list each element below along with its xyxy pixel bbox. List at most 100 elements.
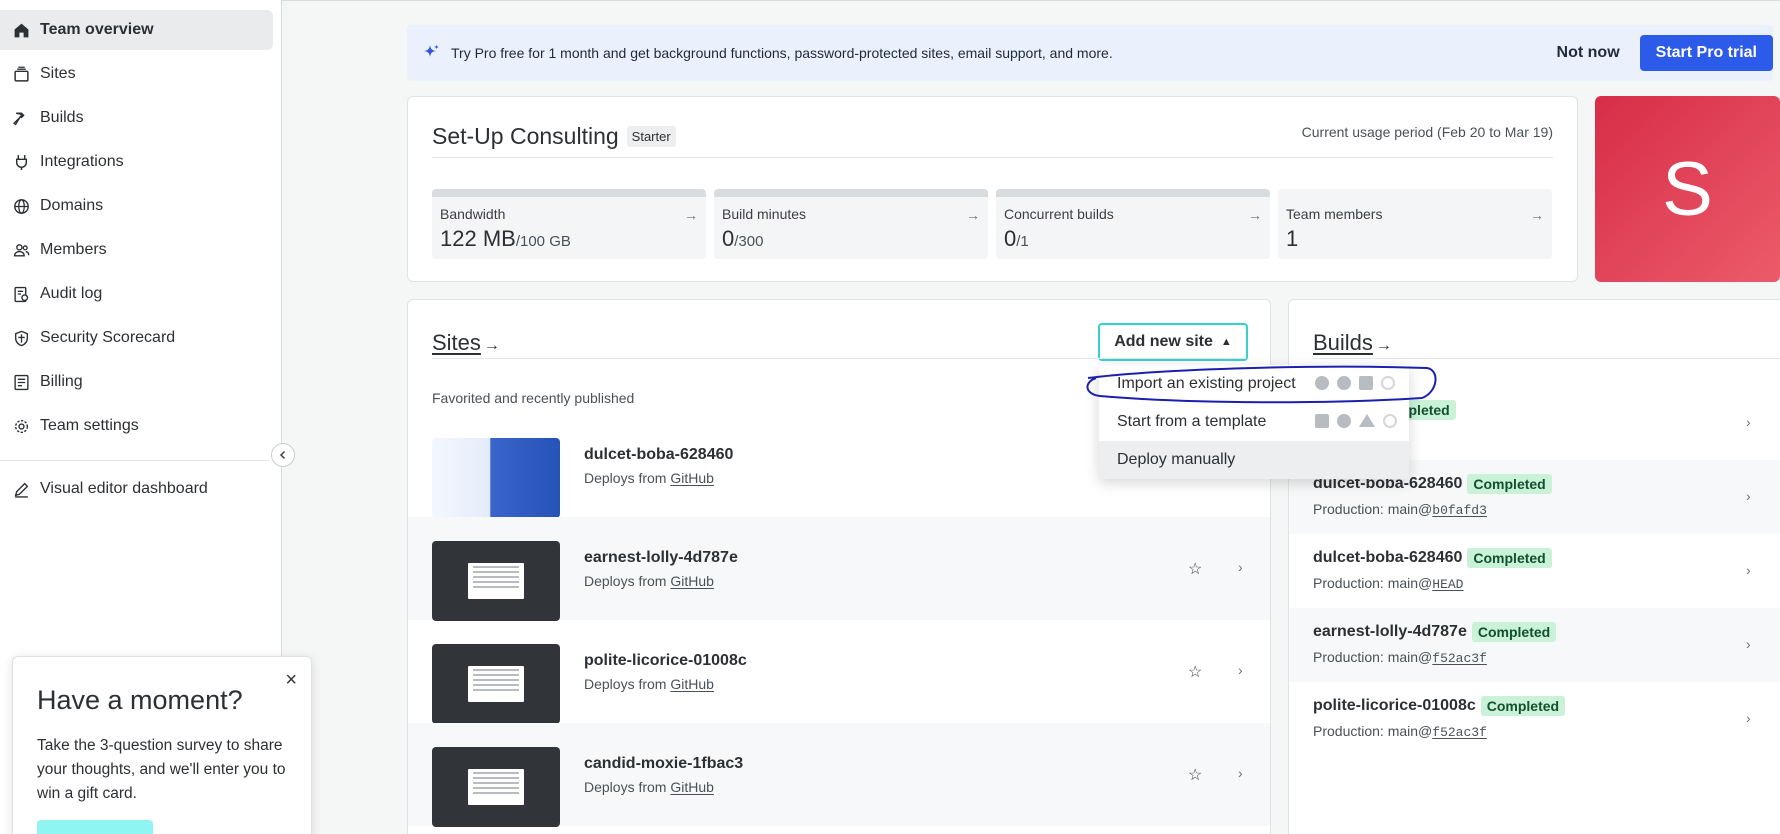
divider <box>1313 358 1780 359</box>
sidebar-item-domains[interactable]: Domains <box>0 186 273 226</box>
collapse-sidebar-button[interactable] <box>271 443 295 467</box>
survey-cta-button[interactable] <box>37 820 153 834</box>
commit-link[interactable]: HEAD <box>1432 577 1463 592</box>
menu-item-label: Import an existing project <box>1117 375 1296 392</box>
provider-link[interactable]: GitHub <box>670 676 714 692</box>
site-name: candid-moxie-1fbac3 <box>584 755 744 772</box>
site-name: polite-licorice-01008c <box>584 652 747 669</box>
arrow-right-icon: → <box>1248 207 1262 223</box>
site-deploy-source: Deploys from GitHub <box>584 573 714 589</box>
stat-value: 122 MB/100 GB <box>440 226 571 251</box>
sidebar-item-team-settings[interactable]: Team settings <box>0 406 273 446</box>
sidebar-item-label: Billing <box>40 373 83 390</box>
site-deploy-source: Deploys from GitHub <box>584 676 714 692</box>
remix-icon <box>1315 414 1329 428</box>
chevron-right-icon: › <box>1746 562 1751 578</box>
commit-link[interactable]: b0fafd3 <box>1432 503 1487 518</box>
sidebar-item-label: Team settings <box>40 417 139 434</box>
build-ref: Production: main@f52ac3f <box>1313 723 1487 740</box>
provider-link[interactable]: GitHub <box>670 470 714 486</box>
start-pro-trial-button[interactable]: Start Pro trial <box>1639 35 1773 71</box>
chevron-right-icon: › <box>1238 662 1243 678</box>
stat-value: 0/1 <box>1004 226 1029 251</box>
home-icon <box>12 21 30 39</box>
arrow-right-icon: → <box>483 337 500 354</box>
sidebar-item-label: Security Scorecard <box>40 329 176 346</box>
billing-icon <box>12 373 30 391</box>
stat-value: 1 <box>1286 226 1299 251</box>
team-name: Set-Up Consulting <box>432 123 619 149</box>
team-avatar[interactable]: S <box>1595 96 1780 282</box>
chevron-right-icon: › <box>1746 636 1751 652</box>
sidebar-item-builds[interactable]: Builds <box>0 98 273 138</box>
sidebar-item-sites[interactable]: Sites <box>0 54 273 94</box>
sidebar-item-members[interactable]: Members <box>0 230 273 270</box>
top-divider <box>282 0 1780 1</box>
arrow-right-icon: → <box>966 207 980 223</box>
build-row[interactable]: polite-licorice-01008c Completed Producti… <box>1289 682 1780 756</box>
commit-link[interactable]: f52ac3f <box>1432 651 1487 666</box>
survey-body: Take the 3-question survey to share your… <box>37 737 286 802</box>
site-row[interactable]: earnest-lolly-4d787e Deploys from GitHub… <box>408 517 1270 621</box>
sidebar-item-label: Visual editor dashboard <box>40 480 208 497</box>
star-icon[interactable]: ☆ <box>1188 765 1202 785</box>
gear-icon <box>12 417 30 435</box>
sidebar-item-security-scorecard[interactable]: Security Scorecard <box>0 318 273 358</box>
survey-card: × Have a moment? Take the 3-question sur… <box>12 656 312 834</box>
close-icon[interactable]: × <box>285 669 297 692</box>
site-row[interactable]: candid-moxie-1fbac3 Deploys from GitHub … <box>408 723 1270 827</box>
stat-label: Build minutes <box>722 206 807 222</box>
builds-title-link[interactable]: Builds → <box>1313 330 1392 356</box>
stat-bandwidth[interactable]: Bandwidth → 122 MB/100 GB <box>432 189 706 259</box>
chevron-right-icon: › <box>1238 559 1243 575</box>
sidebar-item-team-overview[interactable]: Team overview <box>0 10 273 50</box>
sidebar-item-label: Builds <box>40 109 84 126</box>
sites-title-link[interactable]: Sites → <box>432 330 500 356</box>
team-summary-card: Set-Up Consulting Starter Current usage … <box>407 96 1578 282</box>
build-row[interactable]: earnest-lolly-4d787e Completed Production… <box>1289 608 1780 682</box>
status-badge: Completed <box>1471 622 1557 642</box>
sites-icon <box>12 65 30 83</box>
sidebar-item-integrations[interactable]: Integrations <box>0 142 273 182</box>
stat-build-minutes[interactable]: Build minutes → 0/300 <box>714 189 988 259</box>
menu-item-import-existing-project[interactable]: Import an existing project <box>1099 365 1409 403</box>
site-deploy-source: Deploys from GitHub <box>584 779 714 795</box>
sidebar-item-billing[interactable]: Billing <box>0 362 273 402</box>
stat-concurrent-builds[interactable]: Concurrent builds → 0/1 <box>996 189 1270 259</box>
menu-item-deploy-manually[interactable]: Deploy manually <box>1099 441 1409 479</box>
not-now-button[interactable]: Not now <box>1557 44 1620 62</box>
menu-item-start-from-template[interactable]: Start from a template <box>1099 403 1409 441</box>
add-new-site-button[interactable]: Add new site ▲ <box>1098 323 1248 361</box>
star-icon[interactable]: ☆ <box>1188 559 1202 579</box>
add-new-site-label: Add new site <box>1114 333 1213 350</box>
build-ref: Production: main@HEAD <box>1313 575 1464 592</box>
sidebar-item-audit-log[interactable]: Audit log <box>0 274 273 314</box>
sidebar-item-label: Audit log <box>40 285 103 302</box>
build-row[interactable]: dulcet-boba-628460 Completed Production: … <box>1289 534 1780 608</box>
commit-link[interactable]: f52ac3f <box>1432 725 1487 740</box>
audit-log-icon <box>12 285 30 303</box>
hammer-icon <box>12 109 30 127</box>
sidebar-item-visual-editor-dashboard[interactable]: Visual editor dashboard <box>0 469 273 509</box>
site-thumbnail <box>432 541 560 621</box>
sparkle-icon <box>424 44 439 57</box>
stat-label: Concurrent builds <box>1004 206 1114 222</box>
stat-team-members[interactable]: Team members → 1 <box>1278 189 1552 259</box>
promo-message: Try Pro free for 1 month and get backgro… <box>451 45 1113 61</box>
status-badge: Completed <box>1467 474 1552 494</box>
provider-link[interactable]: GitHub <box>670 779 714 795</box>
stat-label: Team members <box>1286 206 1383 222</box>
chevron-right-icon: › <box>1746 414 1751 430</box>
arrow-right-icon: → <box>1375 337 1392 354</box>
menu-item-label: Deploy manually <box>1117 451 1236 468</box>
arrow-right-icon: → <box>1530 207 1544 223</box>
arrow-right-icon: → <box>684 207 698 223</box>
provider-link[interactable]: GitHub <box>670 573 714 589</box>
star-icon[interactable]: ☆ <box>1188 662 1202 682</box>
gatsby-icon <box>1383 414 1397 428</box>
gitlab-icon <box>1337 376 1351 390</box>
site-row[interactable]: polite-licorice-01008c Deploys from GitH… <box>408 620 1270 724</box>
chevron-left-icon <box>279 450 286 460</box>
survey-title: Have a moment? <box>37 685 243 715</box>
shield-icon <box>12 329 30 347</box>
